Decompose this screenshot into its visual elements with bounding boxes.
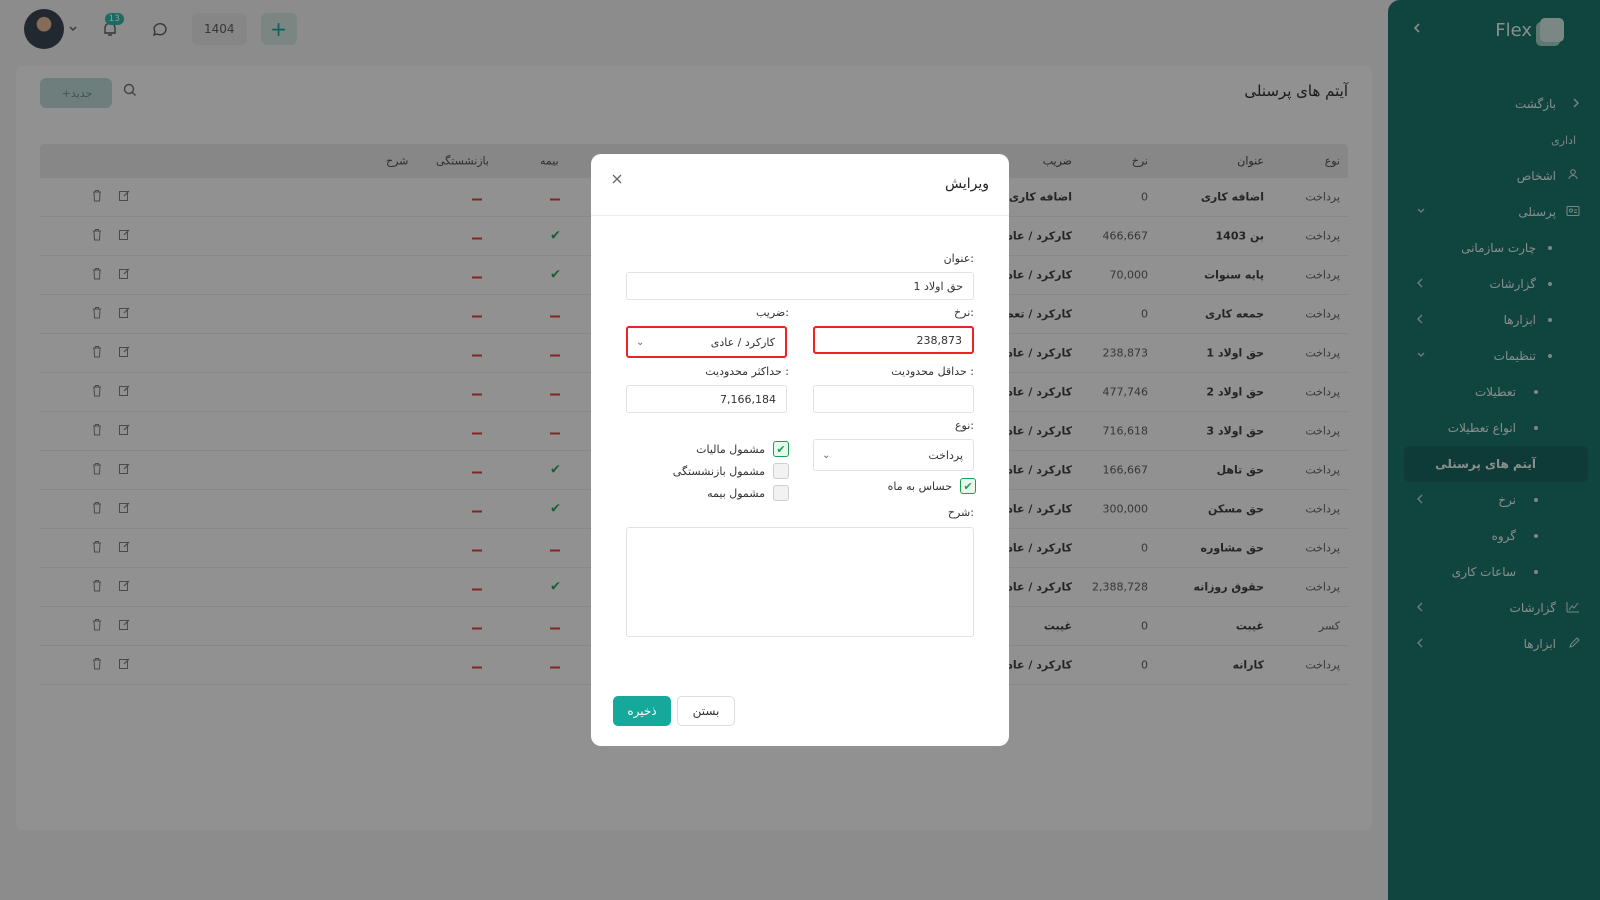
title-label: عنوان: [943, 252, 974, 265]
month-sensitive-checkbox-row[interactable]: حساس به ماه ✔ [888, 478, 976, 494]
save-button[interactable]: ذخیره [613, 696, 671, 726]
close-icon [612, 174, 622, 184]
modal-header: ویرایش [591, 154, 1009, 216]
min-limit-label: حداقل محدودیت : [891, 365, 974, 378]
coef-label: ضریب: [756, 306, 789, 319]
edit-modal: ویرایش عنوان: حق اولاد 1 نرخ: 238,873 ضر… [591, 154, 1009, 746]
chevron-down-icon: ⌄ [822, 449, 831, 461]
modal-close-button[interactable] [611, 170, 623, 189]
coef-select-value: کارکرد / عادی [710, 335, 775, 349]
insurance-checkbox-row[interactable]: مشمول بیمه [707, 485, 789, 501]
type-select[interactable]: ⌄ پرداخت [813, 439, 974, 471]
max-limit-label: حداکثر محدودیت : [705, 365, 789, 378]
modal-title: ویرایش [944, 176, 989, 192]
rate-label: نرخ: [954, 306, 974, 319]
month-sensitive-checkbox[interactable]: ✔ [960, 478, 976, 494]
tax-checkbox-row[interactable]: مشمول مالیات ✔ [696, 441, 789, 457]
retirement-checkbox[interactable] [773, 463, 789, 479]
description-label: شرح: [947, 506, 974, 519]
insurance-checkbox[interactable] [773, 485, 789, 501]
rate-input[interactable]: 238,873 [813, 326, 974, 354]
type-label: نوع: [954, 419, 974, 432]
month-sensitive-label: حساس به ماه [887, 479, 952, 493]
insurance-label: مشمول بیمه [707, 486, 765, 500]
max-limit-input[interactable]: 7,166,184 [626, 385, 787, 413]
title-input[interactable]: حق اولاد 1 [626, 272, 974, 300]
retirement-checkbox-row[interactable]: مشمول بازنشستگی [673, 463, 789, 479]
close-button[interactable]: بستن [677, 696, 735, 726]
coef-select[interactable]: ⌄ کارکرد / عادی [626, 326, 787, 358]
retirement-label: مشمول بازنشستگی [672, 464, 765, 478]
tax-label: مشمول مالیات [696, 442, 765, 456]
chevron-down-icon: ⌄ [636, 336, 645, 348]
tax-checkbox[interactable]: ✔ [773, 441, 789, 457]
description-textarea[interactable] [626, 527, 974, 637]
type-select-value: پرداخت [928, 448, 963, 462]
min-limit-input[interactable] [813, 385, 974, 413]
